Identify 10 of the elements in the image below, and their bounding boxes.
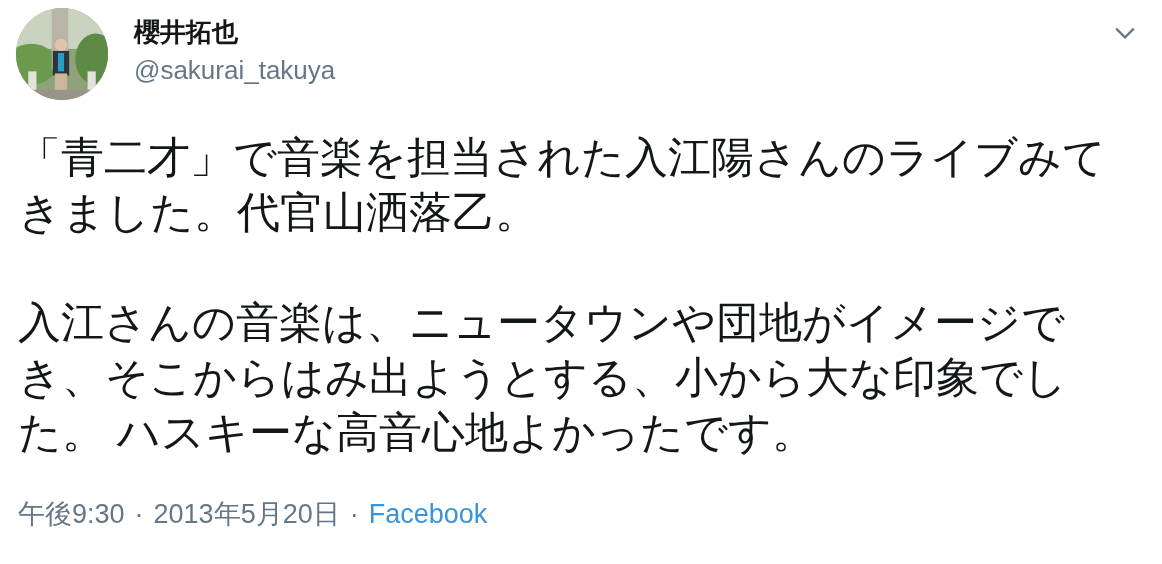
- tweet-text: 入江さんの音楽は、ニュータウンや団地がイメージでき、そこからはみ出ようとする、小から大な印象でした。 ハスキーな高音心地よかったです。: [18, 297, 1068, 458]
- separator-dot: ·: [349, 499, 359, 530]
- separator-dot: ·: [134, 499, 144, 530]
- tweet-time[interactable]: 午後9:30: [18, 496, 125, 532]
- tweet-date[interactable]: 2013年5月20日: [153, 496, 340, 532]
- author-name[interactable]: 櫻井拓也: [134, 16, 336, 48]
- chevron-down-icon[interactable]: [1114, 26, 1136, 40]
- source-link[interactable]: Facebook: [368, 499, 488, 530]
- tweet-text: 「青二才」で音楽を担当された入江陽さんのライブみてきました。代官山洒落乙。: [18, 132, 1107, 238]
- author-handle[interactable]: @sakurai_takuya: [134, 54, 336, 86]
